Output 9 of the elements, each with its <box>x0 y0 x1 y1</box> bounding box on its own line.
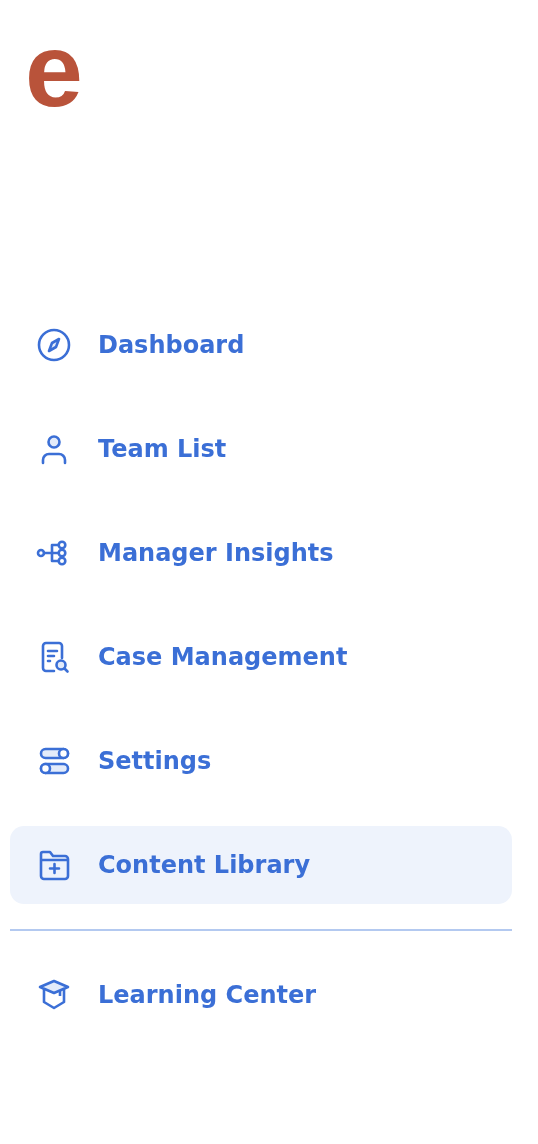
nav-item[interactable]: Content Library <box>10 826 512 904</box>
logo: e <box>25 18 81 122</box>
nav-item[interactable]: Dashboard <box>10 306 512 384</box>
nav-item[interactable]: Settings <box>10 722 512 800</box>
nav-item[interactable]: Manager Insights <box>10 514 512 592</box>
compass-icon <box>36 327 72 363</box>
nav-item[interactable]: Case Management <box>10 618 512 696</box>
nav-item[interactable]: Team List <box>10 410 512 488</box>
nav-item[interactable]: Learning Center <box>10 956 512 1034</box>
